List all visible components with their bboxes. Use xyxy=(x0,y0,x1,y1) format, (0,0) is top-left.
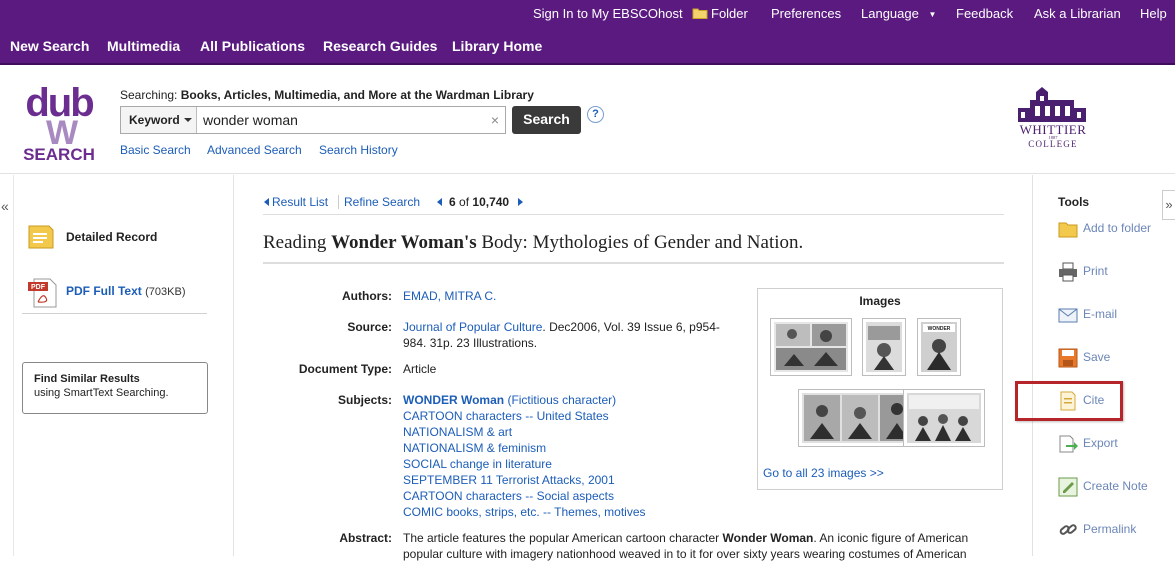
right-column-divider xyxy=(1032,175,1033,556)
detailed-record-link[interactable]: Detailed Record xyxy=(66,230,157,244)
title-underline xyxy=(263,262,1004,264)
abstract-text: The article features the popular America… xyxy=(403,531,969,561)
left-divider xyxy=(22,313,207,314)
nav-separator xyxy=(338,195,339,209)
search-box: Keyword × xyxy=(120,106,506,134)
top-utility-bar: Sign In to My EBSCOhost Folder Preferenc… xyxy=(0,0,1175,28)
journal-link[interactable]: Journal of Popular Culture xyxy=(403,320,542,334)
pdf-icon: PDF xyxy=(28,278,57,308)
help-link[interactable]: Help xyxy=(1140,6,1167,21)
source-value: Journal of Popular Culture. Dec2006, Vol… xyxy=(403,320,720,334)
advanced-search-link[interactable]: Advanced Search xyxy=(207,143,302,157)
subject-link[interactable]: WONDER Woman (Fictitious character) xyxy=(403,393,616,407)
search-history-link[interactable]: Search History xyxy=(319,143,398,157)
go-to-all-images-link[interactable]: Go to all 23 images >> xyxy=(763,466,884,480)
printer-icon xyxy=(1059,262,1077,282)
refine-search-link[interactable]: Refine Search xyxy=(344,195,420,209)
subject-link[interactable]: SOCIAL change in literature xyxy=(403,457,552,471)
document-type-label: Document Type: xyxy=(298,362,392,376)
image-thumbnail[interactable] xyxy=(798,389,920,447)
dub-search-logo[interactable]: dub W SEARCH xyxy=(16,76,102,162)
sign-in-link[interactable]: Sign In to My EBSCOhost xyxy=(533,6,683,21)
nav-underline xyxy=(263,214,1004,215)
search-button[interactable]: Search xyxy=(512,106,581,134)
left-column-divider xyxy=(233,175,234,556)
searching-scope: Searching: Books, Articles, Multimedia, … xyxy=(120,88,534,102)
collapse-left-icon[interactable]: « xyxy=(1,198,9,214)
subject-link[interactable]: SEPTEMBER 11 Terrorist Attacks, 2001 xyxy=(403,473,615,487)
image-thumbnail[interactable]: WONDER xyxy=(917,318,961,376)
help-icon[interactable]: ? xyxy=(587,106,604,123)
main-nav: New Search Multimedia All Publications R… xyxy=(0,28,1175,65)
folder-link[interactable]: Folder xyxy=(692,6,748,21)
result-pager: 6 of 10,740 xyxy=(437,195,524,209)
result-list-link[interactable]: Result List xyxy=(264,195,328,209)
college-word-text: COLLEGE xyxy=(1028,139,1077,148)
note-icon xyxy=(1058,477,1078,497)
folder-icon xyxy=(1058,222,1078,238)
source-value-cont: 984. 31p. 23 Illustrations. xyxy=(403,336,538,350)
pdf-full-text-link[interactable]: PDF Full Text (703KB) xyxy=(66,284,185,298)
caret-down-icon: ▼ xyxy=(928,10,937,19)
source-label: Source: xyxy=(347,320,392,334)
basic-search-link[interactable]: Basic Search xyxy=(120,143,191,157)
abstract-label: Abstract: xyxy=(339,531,392,545)
author-link[interactable]: EMAD, MITRA C. xyxy=(403,289,496,303)
subject-link[interactable]: NATIONALISM & feminism xyxy=(403,441,546,455)
subject-link[interactable]: COMIC books, strips, etc. -- Themes, mot… xyxy=(403,505,646,519)
previous-result-icon[interactable] xyxy=(437,198,442,206)
ask-librarian-link[interactable]: Ask a Librarian xyxy=(1034,6,1121,21)
feedback-link[interactable]: Feedback xyxy=(956,6,1013,21)
expand-right-icon[interactable]: » xyxy=(1162,190,1175,220)
nav-multimedia[interactable]: Multimedia xyxy=(107,38,180,54)
record-title: Reading Wonder Woman's Body: Mythologies… xyxy=(263,232,804,253)
search-header: dub W SEARCH Searching: Books, Articles,… xyxy=(0,66,1175,174)
detailed-record-icon xyxy=(28,225,54,249)
field-select[interactable]: Keyword xyxy=(121,107,197,133)
svg-text:PDF: PDF xyxy=(31,284,46,291)
logo-search-text: SEARCH xyxy=(23,145,95,162)
preferences-link[interactable]: Preferences xyxy=(771,6,841,21)
subjects-label: Subjects: xyxy=(337,393,392,407)
images-title: Images xyxy=(859,294,901,308)
nav-research-guides[interactable]: Research Guides xyxy=(323,38,437,54)
image-thumbnail[interactable] xyxy=(862,318,906,376)
svg-text:WONDER: WONDER xyxy=(928,326,951,332)
export-icon xyxy=(1059,435,1078,453)
nav-all-publications[interactable]: All Publications xyxy=(200,38,305,54)
whittier-college-logo[interactable]: WHITTIER 1887 COLLEGE xyxy=(1008,86,1098,148)
clear-icon[interactable]: × xyxy=(491,112,499,128)
nav-library-home[interactable]: Library Home xyxy=(452,38,542,54)
arrow-left-icon xyxy=(264,198,269,206)
language-menu[interactable]: Language ▼ xyxy=(861,6,936,21)
link-icon xyxy=(1059,524,1077,535)
nav-new-search[interactable]: New Search xyxy=(10,38,89,54)
search-input[interactable] xyxy=(203,107,483,133)
subject-link[interactable]: NATIONALISM & art xyxy=(403,425,512,439)
save-icon xyxy=(1058,348,1078,368)
find-similar-box[interactable]: Find Similar Results using SmartText Sea… xyxy=(22,362,208,414)
subject-link[interactable]: CARTOON characters -- Social aspects xyxy=(403,489,614,503)
document-type-value: Article xyxy=(403,362,437,376)
cite-highlight-box xyxy=(1015,381,1123,421)
email-icon xyxy=(1058,308,1078,323)
tools-heading: Tools xyxy=(1058,195,1090,209)
authors-label: Authors: xyxy=(342,289,392,303)
caret-down-icon xyxy=(183,118,192,122)
images-panel: Images WONDER Go to all 23 images >> xyxy=(757,288,1003,490)
image-thumbnail[interactable] xyxy=(770,318,852,376)
next-result-icon[interactable] xyxy=(518,198,524,206)
image-thumbnail[interactable] xyxy=(903,389,985,447)
folder-icon xyxy=(692,8,708,19)
left-edge-divider xyxy=(13,175,14,556)
subject-link[interactable]: CARTOON characters -- United States xyxy=(403,409,609,423)
